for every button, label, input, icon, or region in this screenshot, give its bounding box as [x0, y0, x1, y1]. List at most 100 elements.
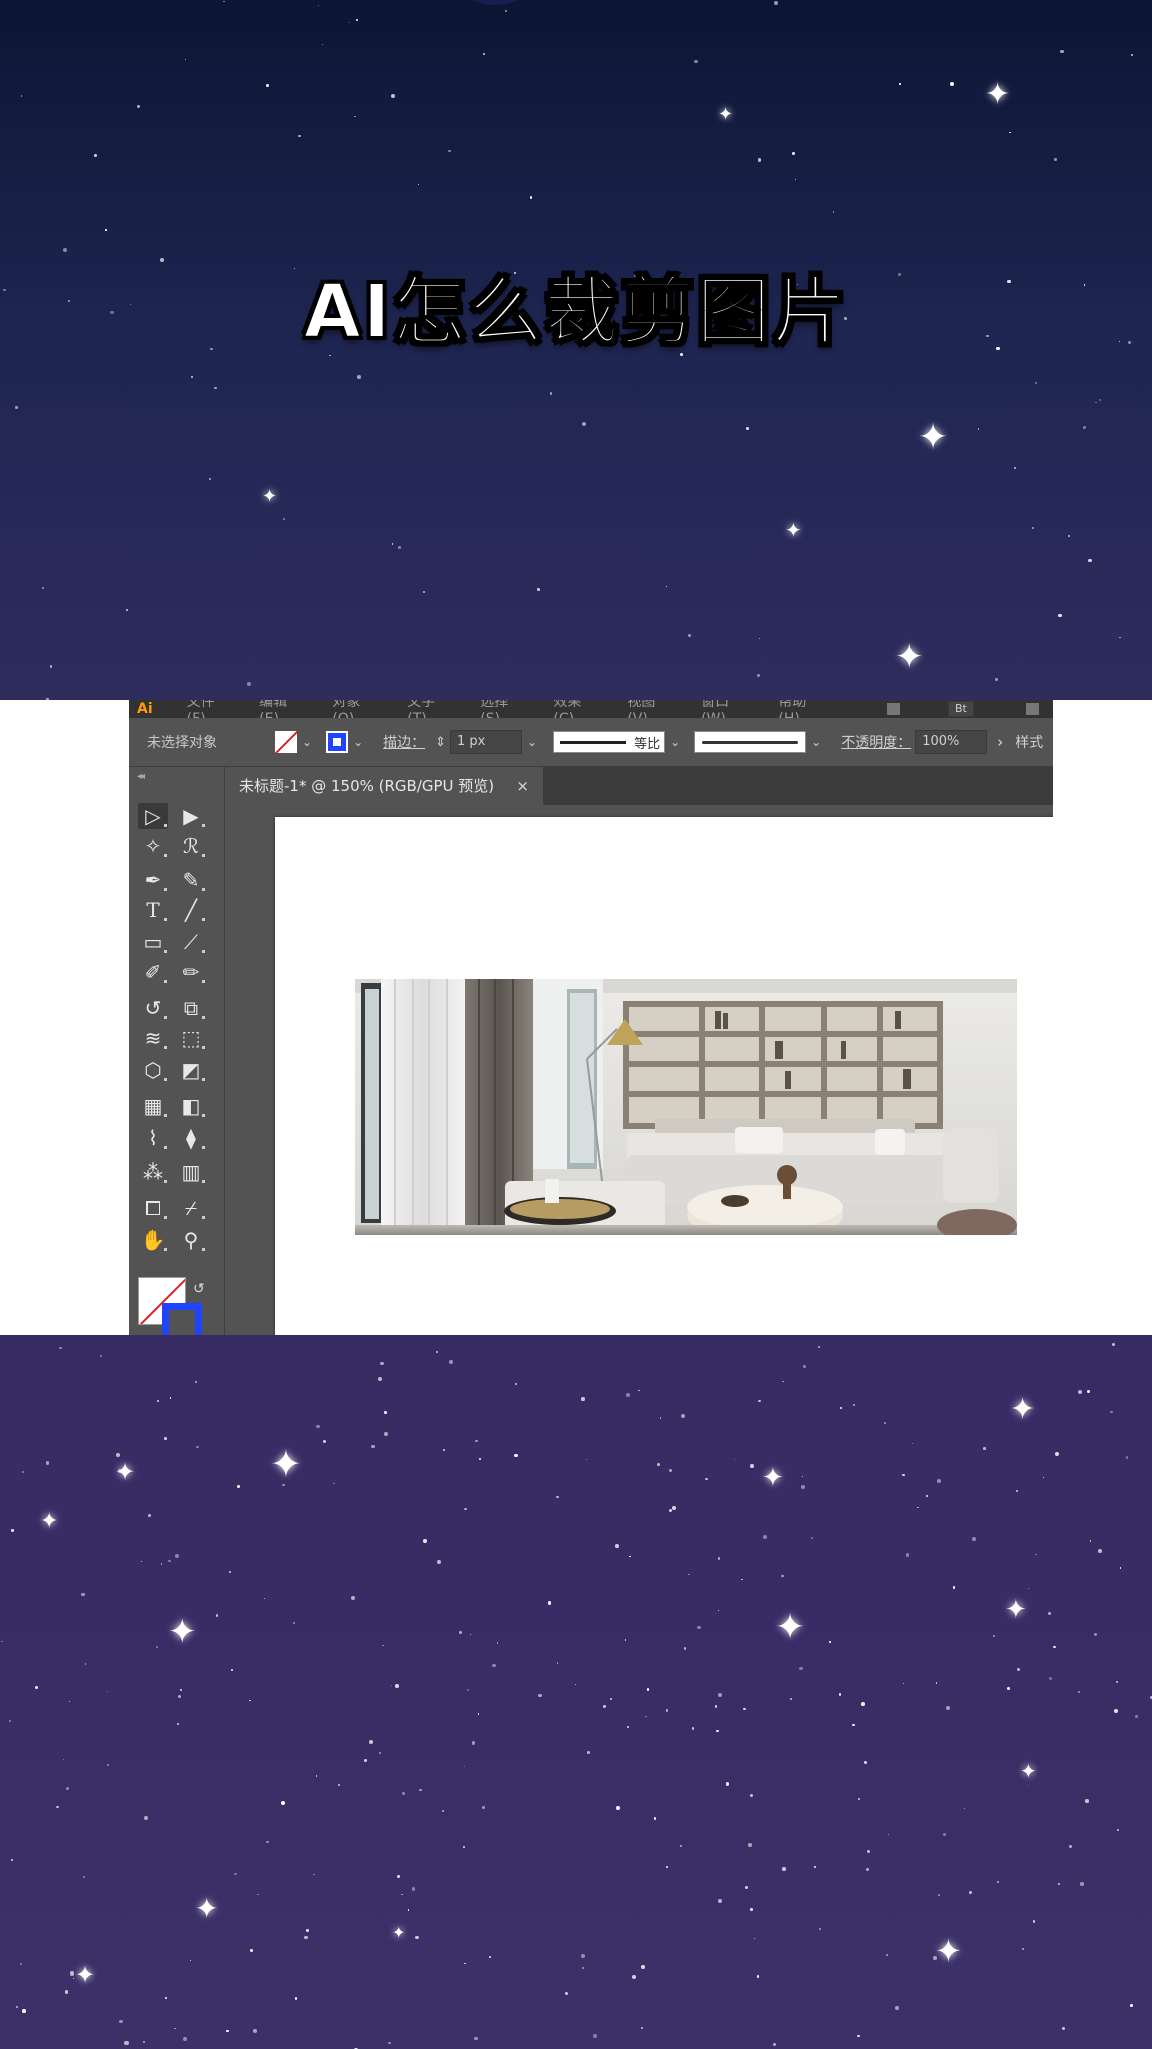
star-dot	[1120, 1567, 1122, 1569]
panel-grip-icon[interactable]: ◂◂	[129, 767, 224, 782]
star-dot	[668, 1509, 672, 1513]
blend-tool-icon[interactable]: ⧫	[176, 1125, 206, 1151]
style-label[interactable]: 样式	[1015, 732, 1043, 752]
chevron-down-icon[interactable]: ⌄	[353, 735, 363, 749]
curvature-tool-icon[interactable]: ✎	[176, 867, 206, 893]
star-dot	[581, 1966, 584, 1969]
star-dot	[401, 1791, 405, 1796]
line-tool-icon[interactable]: ╱	[176, 897, 206, 923]
symbol-sprayer-tool-icon[interactable]: ⁂	[138, 1159, 168, 1185]
close-icon[interactable]: ×	[516, 767, 529, 805]
direct-selection-tool-icon[interactable]: ▶	[176, 803, 206, 829]
document-tab-bar: 未标题-1* @ 150% (RGB/GPU 预览) ×	[225, 767, 1053, 805]
star-dot	[949, 82, 954, 86]
stroke-weight-input[interactable]: 1 px	[450, 730, 523, 754]
star-dot	[474, 2036, 478, 2041]
zoom-tool-icon[interactable]: ⚲	[176, 1227, 206, 1253]
canvas-area[interactable]	[225, 805, 1053, 1335]
star-dot	[1035, 381, 1038, 384]
free-transform-tool-icon[interactable]: ⬚	[176, 1025, 206, 1051]
star-dot	[1068, 1845, 1072, 1849]
star-dot	[479, 1457, 481, 1460]
shape-builder-tool-icon[interactable]: ⬡	[138, 1057, 168, 1083]
star-dot	[992, 1634, 996, 1637]
opacity-label[interactable]: 不透明度：	[841, 732, 911, 752]
star-dot	[640, 2026, 644, 2030]
artboard[interactable]	[275, 817, 1053, 1335]
star-dot	[789, 1697, 792, 1700]
chevron-down-icon[interactable]: ⌄	[670, 735, 680, 749]
fill-swatch[interactable]	[275, 731, 297, 753]
star-dot	[265, 84, 269, 88]
chevron-down-icon[interactable]: ⌄	[302, 735, 312, 749]
star-dot	[1084, 1798, 1089, 1803]
star-dot	[1126, 1456, 1129, 1459]
pen-tool-icon[interactable]: ✒	[138, 867, 168, 893]
eyedropper-tool-icon[interactable]: ⌇	[138, 1125, 168, 1151]
arrange-icon[interactable]	[886, 703, 901, 715]
star-dot	[697, 1625, 701, 1629]
lasso-tool-icon[interactable]: ℛ	[176, 833, 206, 859]
paintbrush-tool-icon[interactable]: ⟋	[176, 929, 206, 955]
star-dot	[209, 477, 212, 480]
star-dot	[852, 1403, 856, 1407]
sparkle-icon: ✦	[985, 77, 1011, 112]
perspective-tool-icon[interactable]: ◩	[176, 1057, 206, 1083]
workspace-button[interactable]: Bt	[948, 701, 974, 717]
star-dot	[1086, 1389, 1090, 1393]
scale-tool-icon[interactable]: ⧉	[176, 995, 206, 1021]
star-dot	[887, 1833, 889, 1835]
star-dot	[1032, 1920, 1036, 1923]
type-tool-icon[interactable]: T	[138, 897, 168, 923]
slice-tool-icon[interactable]: ⌿	[176, 1195, 206, 1221]
star-dot	[56, 1805, 60, 1809]
warp-tool-icon[interactable]: ≋	[138, 1025, 168, 1051]
star-dot	[1016, 1489, 1019, 1492]
document-tab[interactable]: 未标题-1* @ 150% (RGB/GPU 预览) ×	[225, 767, 543, 805]
tools-panel: ◂◂ ▷ ▶ ✧ ℛ ✒ ✎ T ╱ ▭ ⟋ ✐ ✏ ↺ ⧉ ≋ ⬚ ⬡ ◩ ▦…	[129, 767, 225, 1335]
star-dot	[417, 183, 419, 185]
stroke-swatch[interactable]	[326, 731, 349, 753]
mesh-tool-icon[interactable]: ▦	[138, 1093, 168, 1119]
star-dot	[942, 1832, 946, 1836]
rotate-tool-icon[interactable]: ↺	[138, 995, 168, 1021]
selection-tool-icon[interactable]: ▷	[138, 803, 168, 829]
shaper-tool-icon[interactable]: ✐	[138, 959, 168, 985]
opacity-input[interactable]: 100%	[915, 730, 988, 754]
star-dot	[1114, 1709, 1119, 1714]
pencil-tool-icon[interactable]: ✏	[176, 959, 206, 985]
brush-select[interactable]	[694, 731, 807, 753]
star-dot	[22, 1470, 25, 1473]
chevron-down-icon[interactable]: ⌄	[811, 735, 821, 749]
stroke-profile-select[interactable]: 等比	[553, 731, 666, 753]
sparkle-icon: ✦	[762, 1463, 784, 1493]
sparkle-icon: ✦	[918, 417, 949, 458]
star-dot	[903, 1682, 905, 1684]
stroke-line-preview	[560, 740, 627, 744]
stroke-label[interactable]: 描边：	[383, 732, 425, 752]
chevron-down-icon[interactable]: ⌄	[527, 735, 537, 749]
living-room-image[interactable]	[355, 979, 1017, 1235]
layout-icon[interactable]	[1025, 703, 1039, 715]
star-dot	[782, 1380, 784, 1383]
star-dot	[705, 1477, 708, 1481]
star-dot	[504, 9, 507, 12]
star-dot	[390, 1684, 392, 1686]
magic-wand-tool-icon[interactable]: ✧	[138, 833, 168, 859]
chevron-right-icon[interactable]: ›	[997, 733, 1003, 751]
star-dot	[441, 1809, 445, 1812]
star-dot	[369, 1740, 374, 1744]
star-dot	[119, 2019, 123, 2023]
star-dot	[157, 1400, 159, 1402]
hand-tool-icon[interactable]: ✋	[138, 1227, 168, 1253]
gradient-tool-icon[interactable]: ◧	[176, 1093, 206, 1119]
swap-colors-icon[interactable]: ↺	[193, 1281, 205, 1297]
stroke-color-swatch[interactable]	[162, 1303, 202, 1335]
rectangle-tool-icon[interactable]: ▭	[138, 929, 168, 955]
stepper-icon[interactable]: ⇕	[435, 735, 446, 750]
star-dot	[0, 1640, 3, 1643]
artboard-tool-icon[interactable]: ⧠	[138, 1195, 168, 1221]
column-graph-tool-icon[interactable]: ▥	[176, 1159, 206, 1185]
star-dot	[1027, 1587, 1029, 1590]
star-dot	[464, 1766, 466, 1768]
